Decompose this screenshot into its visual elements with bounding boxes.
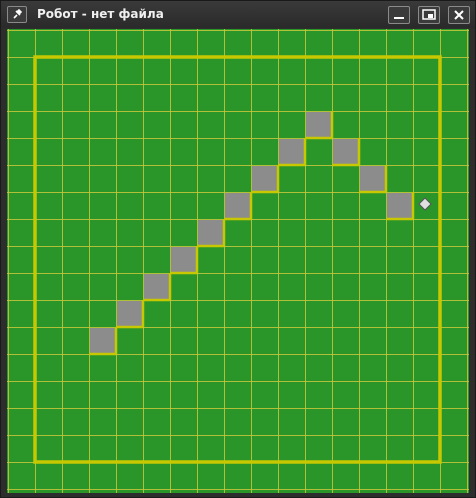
restore-icon (422, 9, 436, 20)
pin-button[interactable] (7, 6, 27, 23)
painted-cell (252, 166, 278, 192)
painted-cell (279, 139, 305, 165)
robot-field[interactable] (7, 29, 469, 493)
painted-cell (387, 193, 413, 219)
painted-cell (225, 193, 251, 219)
painted-cell (90, 328, 116, 354)
window-title: Робот - нет файла (37, 7, 164, 21)
painted-cell (144, 274, 170, 300)
robot-window: Робот - нет файла (0, 0, 476, 498)
minimize-icon (394, 17, 404, 19)
title-bar[interactable]: Робот - нет файла (1, 1, 475, 28)
painted-cell (198, 220, 224, 246)
painted-cell (171, 247, 197, 273)
pin-icon (13, 8, 23, 19)
painted-cell (306, 112, 332, 138)
painted-cell (333, 139, 359, 165)
painted-cell (360, 166, 386, 192)
close-button[interactable] (448, 6, 470, 24)
restore-button[interactable] (418, 6, 440, 24)
close-icon (454, 10, 464, 20)
field-background (7, 29, 469, 493)
minimize-button[interactable] (388, 6, 410, 24)
painted-cell (117, 301, 143, 327)
field-canvas[interactable] (7, 29, 469, 493)
